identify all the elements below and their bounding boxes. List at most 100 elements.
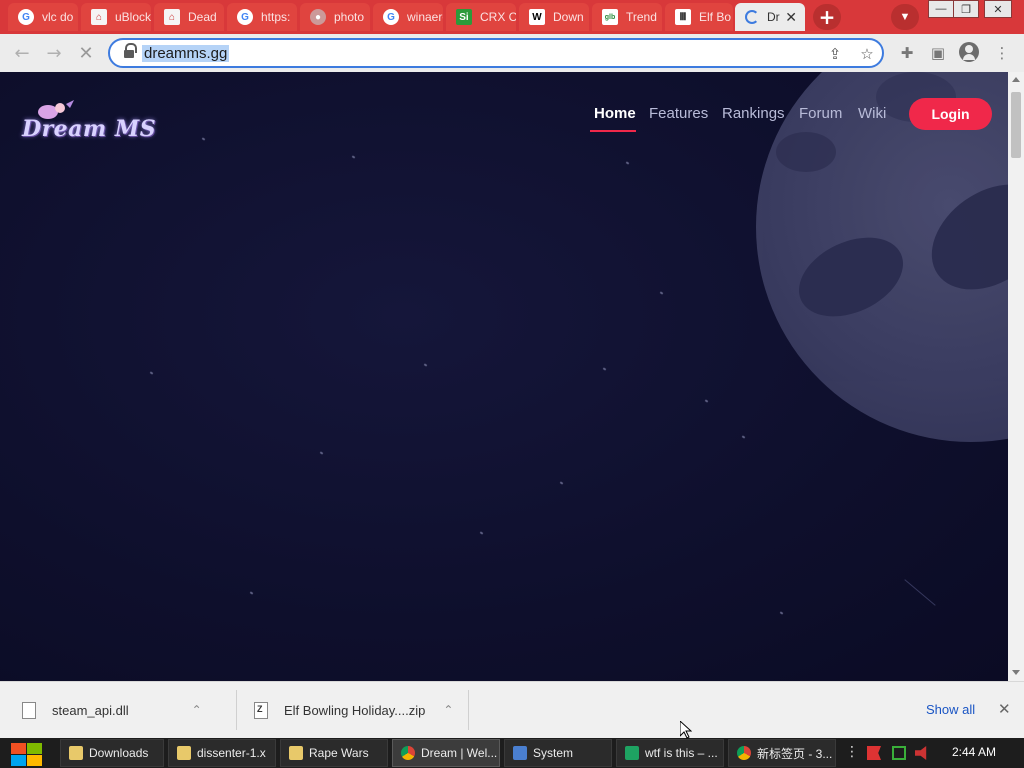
chevron-up-icon[interactable]: ⌃ xyxy=(443,703,453,717)
tab-strip: G vlc do ⌂ uBlock ⌂ Dead G https: ● phot… xyxy=(0,0,1024,34)
taskbar-folder[interactable]: Rape Wars xyxy=(280,739,388,767)
tab-title: https: xyxy=(261,10,291,24)
volume-muted-icon[interactable] xyxy=(915,746,927,760)
task-label: Rape Wars xyxy=(309,746,369,760)
tab-1[interactable]: ⌂ uBlock xyxy=(81,3,151,31)
download-item[interactable]: steam_api.dll ⌃ xyxy=(22,694,202,726)
google-icon: G xyxy=(383,9,399,25)
nav-rankings[interactable]: Rankings xyxy=(722,105,785,122)
nav-home[interactable]: Home xyxy=(594,105,636,122)
site-logo[interactable]: Dream MS xyxy=(22,100,156,148)
download-item[interactable]: Elf Bowling Holiday....zip ⌃ xyxy=(254,694,453,726)
tab-title: Dead xyxy=(188,10,217,24)
tab-6[interactable]: Si CRX C xyxy=(446,3,516,31)
google-icon: G xyxy=(237,9,253,25)
scroll-up-icon[interactable] xyxy=(1012,77,1020,82)
loading-spinner-icon xyxy=(745,10,759,24)
task-label: 新标签页 - 3... xyxy=(757,746,833,761)
scrollbar-thumb[interactable] xyxy=(1011,92,1021,158)
taskbar-chrome-newtab[interactable]: 新标签页 - 3... xyxy=(728,739,836,767)
page-viewport: Dream MS Home Features Rankings Forum Wi… xyxy=(0,72,1008,681)
tab-title: Dr xyxy=(767,10,780,24)
nav-wiki[interactable]: Wiki xyxy=(858,105,886,122)
chevron-down-icon: ▼ xyxy=(899,11,911,23)
si-icon: Si xyxy=(456,9,472,25)
tab-active[interactable]: Dr ✕ xyxy=(735,3,805,31)
new-tab-button[interactable]: + xyxy=(813,4,841,30)
address-bar[interactable]: dreamms.gg ⇪ ☆ xyxy=(108,38,884,68)
tab-title: Elf Bo xyxy=(699,10,732,24)
google-icon: G xyxy=(18,9,34,25)
nav-active-indicator xyxy=(590,130,636,132)
menu-kebab-icon[interactable]: ⋮ xyxy=(992,43,1012,63)
stop-icon: ✕ xyxy=(78,42,94,64)
tab-title: winaero xyxy=(407,10,443,24)
tab-title: CRX C xyxy=(480,10,516,24)
logo-text: Dream MS xyxy=(22,116,157,142)
close-tab-icon[interactable]: ✕ xyxy=(785,9,797,26)
chevron-up-icon[interactable]: ⌃ xyxy=(192,703,202,717)
taskbar-clock[interactable]: 2:44 AM xyxy=(952,745,996,759)
tray-overflow-icon[interactable]: ⋮ xyxy=(845,744,859,760)
close-window-button[interactable]: ✕ xyxy=(984,0,1012,18)
forward-button[interactable]: → xyxy=(43,42,65,64)
download-filename: Elf Bowling Holiday....zip xyxy=(284,702,426,718)
side-panel-icon[interactable]: ▣ xyxy=(928,43,948,63)
folder-icon xyxy=(69,746,83,760)
profile-avatar-icon[interactable] xyxy=(959,42,979,62)
tab-3[interactable]: G https: xyxy=(227,3,297,31)
stop-button[interactable]: ✕ xyxy=(75,42,97,64)
task-label: dissenter-1.x xyxy=(197,746,266,760)
nav-forum[interactable]: Forum xyxy=(799,105,842,122)
taskbar-chrome-dream[interactable]: Dream | Wel... xyxy=(392,739,500,767)
close-download-bar-icon[interactable]: ✕ xyxy=(998,700,1011,718)
tab-9[interactable]: Ⅲ Elf Bo xyxy=(665,3,733,31)
scroll-down-icon[interactable] xyxy=(1012,670,1020,675)
tab-title: vlc do xyxy=(42,10,74,24)
extensions-puzzle-icon[interactable]: ✚ xyxy=(897,43,917,63)
url-text[interactable]: dreamms.gg xyxy=(142,45,230,62)
windows-taskbar: Downloads dissenter-1.x Rape Wars Dream … xyxy=(0,738,1024,768)
mouse-cursor-icon xyxy=(680,721,692,739)
tab-0[interactable]: G vlc do xyxy=(8,3,78,31)
taskbar-system[interactable]: System xyxy=(504,739,612,767)
network-icon[interactable] xyxy=(892,746,906,760)
taskbar-dissenter[interactable]: dissenter-1.x xyxy=(168,739,276,767)
tab-5[interactable]: G winaero xyxy=(373,3,443,31)
task-label: wtf is this – ... xyxy=(645,746,718,760)
glb-icon: glb xyxy=(602,9,618,25)
login-button[interactable]: Login xyxy=(909,98,992,130)
taskbar-downloads[interactable]: Downloads xyxy=(60,739,164,767)
windows-logo-icon xyxy=(11,743,26,754)
flag-icon[interactable] xyxy=(867,746,881,760)
task-label: Dream | Wel... xyxy=(421,746,498,760)
task-label: Downloads xyxy=(89,746,149,760)
download-filename: steam_api.dll xyxy=(52,702,129,718)
taskbar-sheets[interactable]: wtf is this – ... xyxy=(616,739,724,767)
lock-icon xyxy=(124,43,137,58)
folder-icon xyxy=(177,746,191,760)
tab-title: Trend xyxy=(626,10,657,24)
page-scrollbar[interactable] xyxy=(1008,72,1024,681)
start-button[interactable] xyxy=(10,742,44,766)
task-label: System xyxy=(533,746,574,760)
restore-button[interactable]: ❐ xyxy=(953,0,979,18)
tab-title: Down xyxy=(553,10,584,24)
tab-search-button[interactable]: ▼ xyxy=(891,4,919,30)
tab-4[interactable]: ● photo xyxy=(300,3,370,31)
share-icon[interactable]: ⇪ xyxy=(826,45,844,63)
back-button[interactable]: ← xyxy=(11,42,33,64)
bookmark-star-icon[interactable]: ☆ xyxy=(858,45,876,63)
file-icon xyxy=(22,701,36,719)
browser-toolbar: ← → ✕ dreamms.gg ⇪ ☆ ✚ ▣ ⋮ xyxy=(0,34,1024,72)
minimize-button[interactable]: — xyxy=(928,0,954,18)
tab-8[interactable]: glb Trend xyxy=(592,3,662,31)
back-arrow-icon: ← xyxy=(14,42,30,64)
ublock-icon: ⌂ xyxy=(91,9,107,25)
generic-page-icon: ● xyxy=(310,9,326,25)
show-all-downloads-link[interactable]: Show all xyxy=(926,702,975,717)
nav-features[interactable]: Features xyxy=(649,105,708,122)
tab-7[interactable]: W Down xyxy=(519,3,589,31)
chrome-icon xyxy=(401,746,415,760)
tab-2[interactable]: ⌂ Dead xyxy=(154,3,224,31)
